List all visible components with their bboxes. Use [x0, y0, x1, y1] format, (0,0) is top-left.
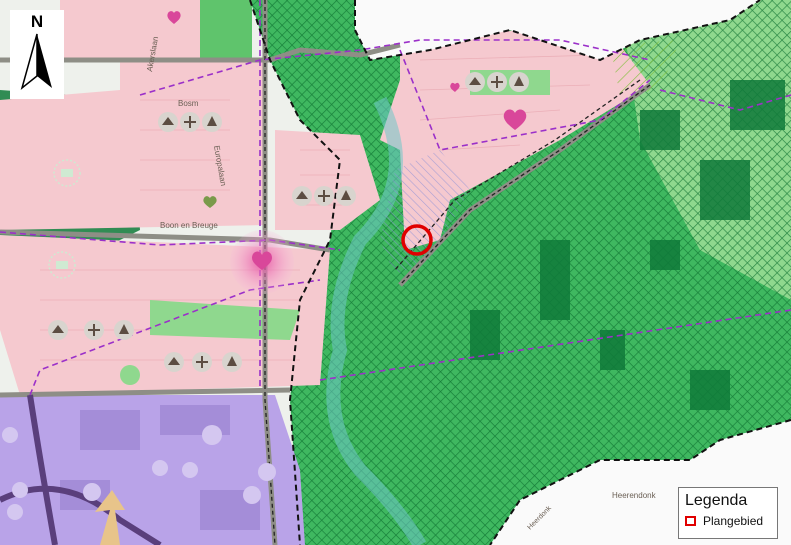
north-arrow: N	[10, 10, 64, 99]
north-arrow-icon	[20, 33, 52, 91]
place-label: Heerendonk	[612, 491, 657, 500]
legend-swatch-icon	[685, 516, 696, 526]
legend-title: Legenda	[685, 492, 748, 509]
street-label: Bosm	[178, 99, 199, 108]
legend-item: Plangebied	[685, 514, 771, 528]
green-strip-top	[200, 0, 252, 60]
legend-item-label: Plangebied	[703, 514, 764, 528]
north-letter: N	[30, 12, 44, 31]
street-label: Boon en Breuge	[160, 221, 218, 230]
legend-box: Legenda Plangebied	[678, 487, 778, 539]
map-canvas[interactable]: Akerslaan Bosm Europalaan Boon en Breuge…	[0, 0, 791, 545]
